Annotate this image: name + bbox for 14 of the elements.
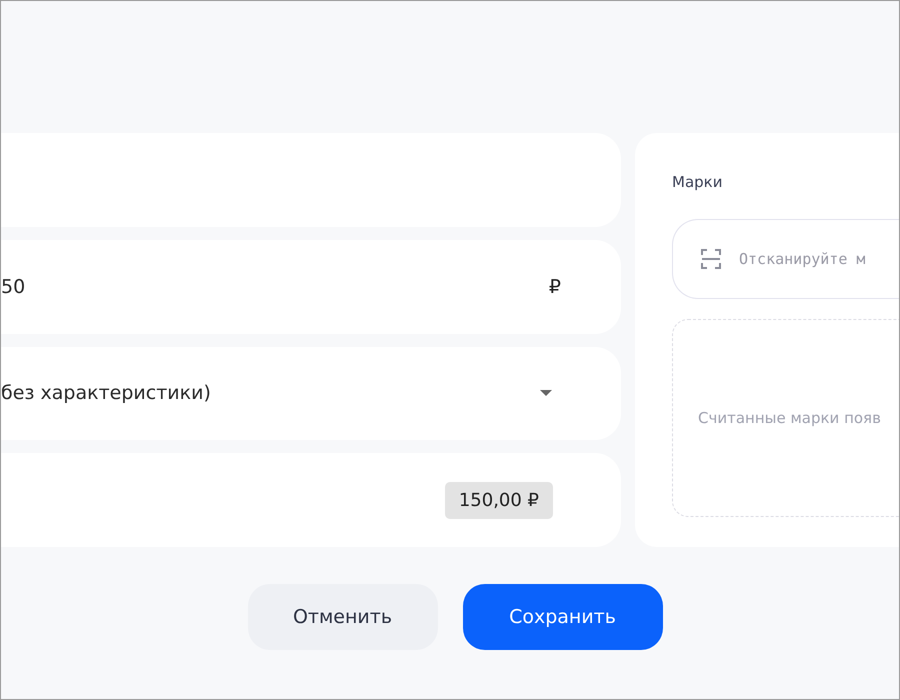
scan-frame-icon xyxy=(700,248,722,270)
form-field[interactable] xyxy=(1,133,621,227)
caret-icon xyxy=(539,389,553,398)
save-button[interactable]: Сохранить xyxy=(462,584,662,650)
panel-title: Марки xyxy=(672,173,724,191)
select-value: без характеристики) xyxy=(1,382,212,404)
currency-label: ₽ xyxy=(548,276,561,298)
price-value: 50 xyxy=(1,276,26,298)
scan-field[interactable]: Отсканируйте м xyxy=(672,219,899,299)
select-field[interactable]: без характеристики) xyxy=(1,346,621,440)
empty-hint: Считанные марки появ xyxy=(698,409,881,427)
cancel-button[interactable]: Отменить xyxy=(248,584,438,650)
price-field[interactable]: 50 ₽ xyxy=(1,240,621,334)
total-amount: 150,00 ₽ xyxy=(444,482,553,519)
